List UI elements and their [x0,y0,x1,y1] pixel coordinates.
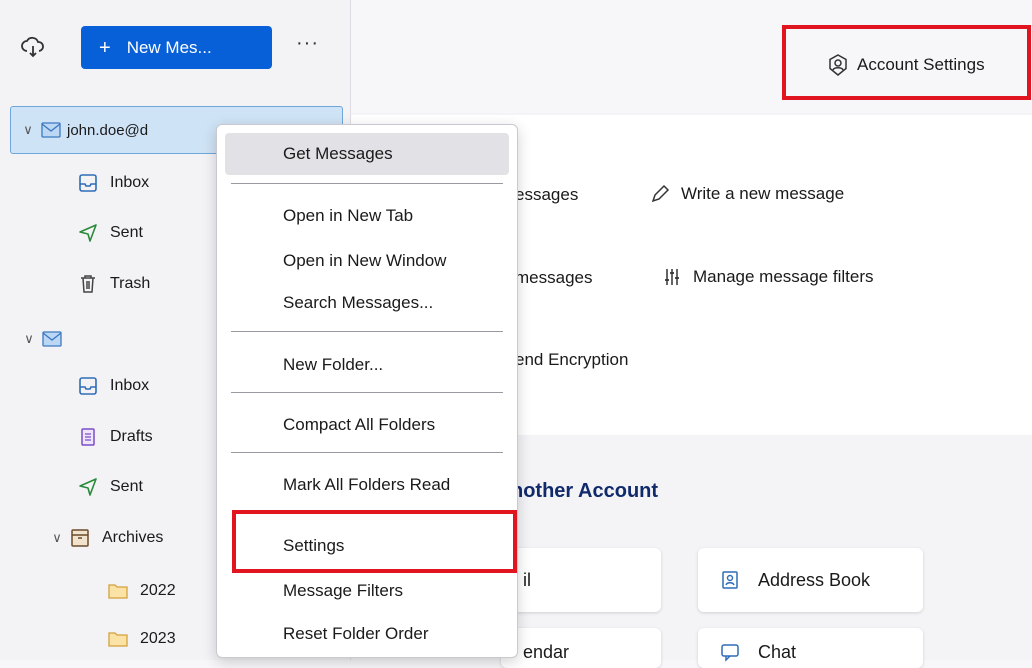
folder-label: Sent [110,478,143,495]
menu-item-label: Compact All Folders [283,415,436,434]
manage-filters-action[interactable]: Manage message filters [661,266,873,288]
chat-tile[interactable]: Chat [698,628,923,668]
more-options-button[interactable]: ··· [296,32,319,55]
folder-label: 2022 [140,582,176,599]
new-message-button[interactable]: + New Mes... [81,26,272,69]
folder-sent[interactable]: Sent [78,212,143,254]
sent-icon [78,477,98,497]
mail-account-icon [41,120,61,140]
menu-item-label: Message Filters [283,581,403,600]
email-tile-label: il [523,569,531,590]
menu-item-label: Open in New Tab [283,206,414,225]
encryption-action[interactable]: end Encryption [515,350,628,370]
chevron-down-icon[interactable]: ∨ [21,122,35,138]
folder-label: Trash [110,275,151,292]
folder-label: 2023 [140,630,176,647]
menu-separator [231,452,503,453]
folder-2023[interactable]: 2023 [108,618,176,660]
drafts-icon [78,427,98,447]
menu-item-new-folder[interactable]: New Folder... [217,344,517,386]
chevron-down-icon[interactable]: ∨ [22,331,36,347]
folder-context-menu: Get Messages Open in New Tab Open in New… [216,124,518,658]
folder-2022[interactable]: 2022 [108,570,176,612]
menu-item-reset-folder-order[interactable]: Reset Folder Order [217,613,517,655]
account-email: john.doe@d [67,121,149,139]
menu-separator [231,392,503,393]
search-messages-action[interactable]: messages [515,268,592,288]
setup-section-title: nother Account [511,480,659,502]
account-row-2[interactable]: ∨ [22,318,74,360]
address-book-icon [720,570,740,590]
menu-item-label: New Folder... [283,355,384,374]
menu-item-search-messages[interactable]: Search Messages... [217,282,517,324]
chevron-down-icon[interactable]: ∨ [50,530,64,546]
encryption-label: end Encryption [515,350,629,369]
email-tile[interactable]: il [501,548,661,612]
plus-icon: + [99,36,111,59]
write-message-action[interactable]: Write a new message [649,183,844,205]
menu-item-open-new-tab[interactable]: Open in New Tab [217,195,517,237]
filter-sliders-icon [661,266,683,288]
address-book-tile[interactable]: Address Book [698,548,923,612]
mail-account-icon [42,329,62,349]
read-messages-action[interactable]: essages [515,185,578,205]
folder-label: Drafts [110,428,153,445]
menu-separator [231,331,503,332]
menu-item-label: Reset Folder Order [283,624,429,643]
write-message-label: Write a new message [681,184,845,203]
menu-item-get-messages[interactable]: Get Messages [225,133,509,175]
read-messages-label: essages [515,185,579,204]
inbox-icon [78,173,98,193]
folder-icon [108,629,128,649]
folder-drafts[interactable]: Drafts [78,416,153,458]
folder-archives[interactable]: ∨ Archives [50,517,163,559]
menu-item-label: Get Messages [283,144,393,163]
new-message-label: New Mes... [126,37,212,57]
sent-icon [78,223,98,243]
menu-item-compact-folders[interactable]: Compact All Folders [217,404,517,446]
folder-label: Inbox [110,174,150,191]
trash-icon [78,274,98,294]
settings-highlight [232,510,517,573]
menu-separator [231,183,503,184]
inbox-icon [78,376,98,396]
menu-item-open-new-window[interactable]: Open in New Window [217,240,517,282]
menu-item-label: Search Messages... [283,293,434,312]
folder-label: Archives [102,529,164,546]
folder-label: Sent [110,224,143,241]
cloud-download-icon [20,34,54,60]
folder-inbox[interactable]: Inbox [78,365,149,407]
folder-trash[interactable]: Trash [78,263,150,305]
menu-item-label: Open in New Window [283,251,447,270]
archive-icon [70,528,90,548]
folder-label: Inbox [110,377,150,394]
manage-filters-label: Manage message filters [693,267,874,286]
address-book-label: Address Book [758,569,871,590]
search-messages-label: messages [515,268,593,287]
account-settings-highlight [782,25,1031,100]
chat-icon [720,642,740,662]
folder-sent[interactable]: Sent [78,466,143,508]
sync-button[interactable] [20,34,54,68]
folder-inbox[interactable]: Inbox [78,162,149,204]
calendar-tile[interactable]: endar [501,628,661,668]
menu-item-label: Mark All Folders Read [283,475,451,494]
pencil-icon [649,183,671,205]
folder-icon [108,581,128,601]
menu-item-message-filters[interactable]: Message Filters [217,570,517,612]
menu-item-mark-all-read[interactable]: Mark All Folders Read [217,464,517,506]
